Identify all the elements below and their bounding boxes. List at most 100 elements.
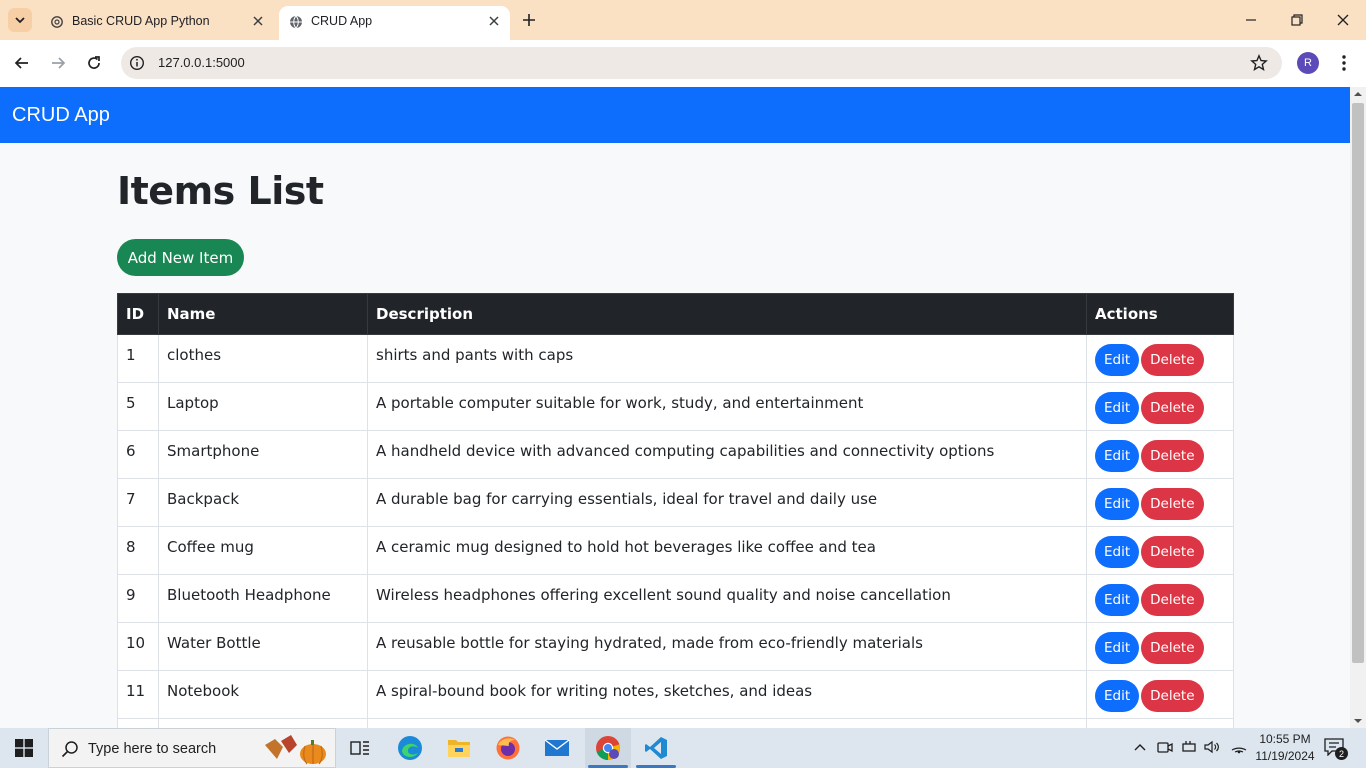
cell-name: Backpack xyxy=(158,478,368,527)
delete-button[interactable]: Delete xyxy=(1141,344,1204,376)
close-tab-icon[interactable] xyxy=(486,13,502,29)
cell-actions: EditDelete xyxy=(1086,574,1234,623)
mail-taskbar-button[interactable] xyxy=(543,734,571,762)
vscode-taskbar-button[interactable] xyxy=(642,734,670,762)
battery-button[interactable] xyxy=(1180,738,1198,756)
table-row: 9 Bluetooth Headphone Wireless headphones … xyxy=(117,574,1234,623)
browser-tab-strip: Basic CRUD App Python CRUD App xyxy=(0,0,1366,40)
autumn-pumpkin-icon[interactable] xyxy=(261,733,331,765)
cell-name: Laptop xyxy=(158,382,368,431)
cell-name xyxy=(158,718,368,728)
scroll-up-arrow-icon[interactable] xyxy=(1354,90,1362,98)
openai-icon xyxy=(51,16,63,28)
meet-now-button[interactable] xyxy=(1156,738,1174,756)
cell-id xyxy=(117,718,159,728)
cell-description: A durable bag for carrying essentials, i… xyxy=(367,478,1087,527)
chevron-up-icon xyxy=(1134,744,1146,751)
cell-actions: EditDelete xyxy=(1086,430,1234,479)
edit-button[interactable]: Edit xyxy=(1095,680,1140,712)
browser-tab-crud-app[interactable]: CRUD App xyxy=(279,6,510,40)
battery-plug-icon xyxy=(1182,741,1196,752)
delete-button[interactable]: Delete xyxy=(1141,392,1204,424)
plus-icon xyxy=(523,14,535,26)
delete-button[interactable]: Delete xyxy=(1141,584,1204,616)
cell-description: shirts and pants with caps xyxy=(367,334,1087,383)
bookmark-star-icon[interactable] xyxy=(1250,54,1268,72)
site-info-icon[interactable] xyxy=(129,55,145,71)
delete-button[interactable]: Delete xyxy=(1141,536,1204,568)
cell-description: Wireless headphones offering excellent s… xyxy=(367,574,1087,623)
cell-id: 9 xyxy=(117,574,159,623)
firefox-taskbar-button[interactable] xyxy=(494,734,522,762)
camera-icon xyxy=(1157,742,1173,753)
file-explorer-taskbar-button[interactable] xyxy=(445,734,473,762)
cell-id: 8 xyxy=(117,526,159,575)
cell-actions: EditDelete xyxy=(1086,478,1234,527)
chevron-down-icon xyxy=(15,17,25,24)
edit-button[interactable]: Edit xyxy=(1095,488,1140,520)
delete-button[interactable]: Delete xyxy=(1141,488,1204,520)
edit-button[interactable]: Edit xyxy=(1095,632,1140,664)
scrollbar-thumb[interactable] xyxy=(1352,103,1364,663)
add-new-item-button[interactable]: Add New Item xyxy=(117,239,244,276)
network-button[interactable] xyxy=(1230,738,1248,756)
cell-description: A reusable bottle for staying hydrated, … xyxy=(367,622,1087,671)
volume-button[interactable] xyxy=(1203,738,1221,756)
table-row: 1 clothes shirts and pants with caps Edit De… xyxy=(117,334,1234,383)
edit-button[interactable]: Edit xyxy=(1095,344,1140,376)
edit-button[interactable]: Edit xyxy=(1095,440,1140,472)
show-hidden-icons-button[interactable] xyxy=(1131,738,1149,756)
cell-id: 10 xyxy=(117,622,159,671)
page-scrollbar[interactable] xyxy=(1350,87,1366,728)
reload-button[interactable] xyxy=(83,52,105,74)
tab-search-button[interactable] xyxy=(8,8,32,32)
page-viewport: CRUD App Items List Add New Item ID Name… xyxy=(0,87,1350,728)
close-window-button[interactable] xyxy=(1333,10,1353,30)
taskbar-search-box[interactable]: Type here to search xyxy=(48,728,336,768)
chrome-icon xyxy=(596,736,620,760)
cell-description: A handheld device with advanced computin… xyxy=(367,430,1087,479)
table-row: EditDelete xyxy=(117,718,1234,728)
minimize-button[interactable] xyxy=(1241,10,1261,30)
close-tab-icon[interactable] xyxy=(250,13,266,29)
edit-button[interactable]: Edit xyxy=(1095,536,1140,568)
browser-menu-button[interactable] xyxy=(1334,52,1354,74)
search-placeholder: Type here to search xyxy=(88,741,217,757)
task-view-button[interactable] xyxy=(346,734,374,762)
cell-description xyxy=(367,718,1087,728)
cell-description: A spiral-bound book for writing notes, s… xyxy=(367,670,1087,719)
browser-tab-basic-crud[interactable]: Basic CRUD App Python xyxy=(40,6,274,40)
back-button[interactable] xyxy=(11,52,33,74)
edit-button[interactable]: Edit xyxy=(1095,392,1140,424)
restore-button[interactable] xyxy=(1287,10,1307,30)
table-row: 11 Notebook A spiral-bound book for writin… xyxy=(117,670,1234,719)
navbar-brand[interactable]: CRUD App xyxy=(12,104,110,127)
delete-button[interactable]: Delete xyxy=(1141,632,1204,664)
taskbar-clock[interactable]: 10:55 PM 11/19/2024 xyxy=(1252,731,1318,765)
chrome-taskbar-button[interactable] xyxy=(594,734,622,762)
windows-taskbar: Type here to search 10:55 PM 11/19/2024 … xyxy=(0,728,1366,768)
notification-center-button[interactable]: 2 xyxy=(1324,738,1348,760)
firefox-icon xyxy=(496,736,520,760)
table-row: 8 Coffee mug A ceramic mug designed to hol… xyxy=(117,526,1234,575)
table-row: 10 Water Bottle A reusable bottle for stay… xyxy=(117,622,1234,671)
forward-button[interactable] xyxy=(47,52,69,74)
scroll-down-arrow-icon[interactable] xyxy=(1354,717,1362,725)
edit-button[interactable]: Edit xyxy=(1095,584,1140,616)
new-tab-button[interactable] xyxy=(519,10,539,30)
table-row: 5 Laptop A portable computer suitable for … xyxy=(117,382,1234,431)
cell-description: A portable computer suitable for work, s… xyxy=(367,382,1087,431)
table-row: 7 Backpack A durable bag for carrying esse… xyxy=(117,478,1234,527)
cell-actions: EditDelete xyxy=(1086,622,1234,671)
search-icon xyxy=(61,741,78,758)
start-button[interactable] xyxy=(0,728,48,768)
edge-taskbar-button[interactable] xyxy=(396,734,424,762)
delete-button[interactable]: Delete xyxy=(1141,440,1204,472)
address-bar[interactable]: 127.0.0.1:5000 xyxy=(121,47,1282,79)
profile-avatar[interactable]: R xyxy=(1297,52,1319,74)
url-text[interactable]: 127.0.0.1:5000 xyxy=(158,55,245,70)
cell-name: clothes xyxy=(158,334,368,383)
cell-name: Notebook xyxy=(158,670,368,719)
cell-actions: EditDelete xyxy=(1086,526,1234,575)
delete-button[interactable]: Delete xyxy=(1141,680,1204,712)
